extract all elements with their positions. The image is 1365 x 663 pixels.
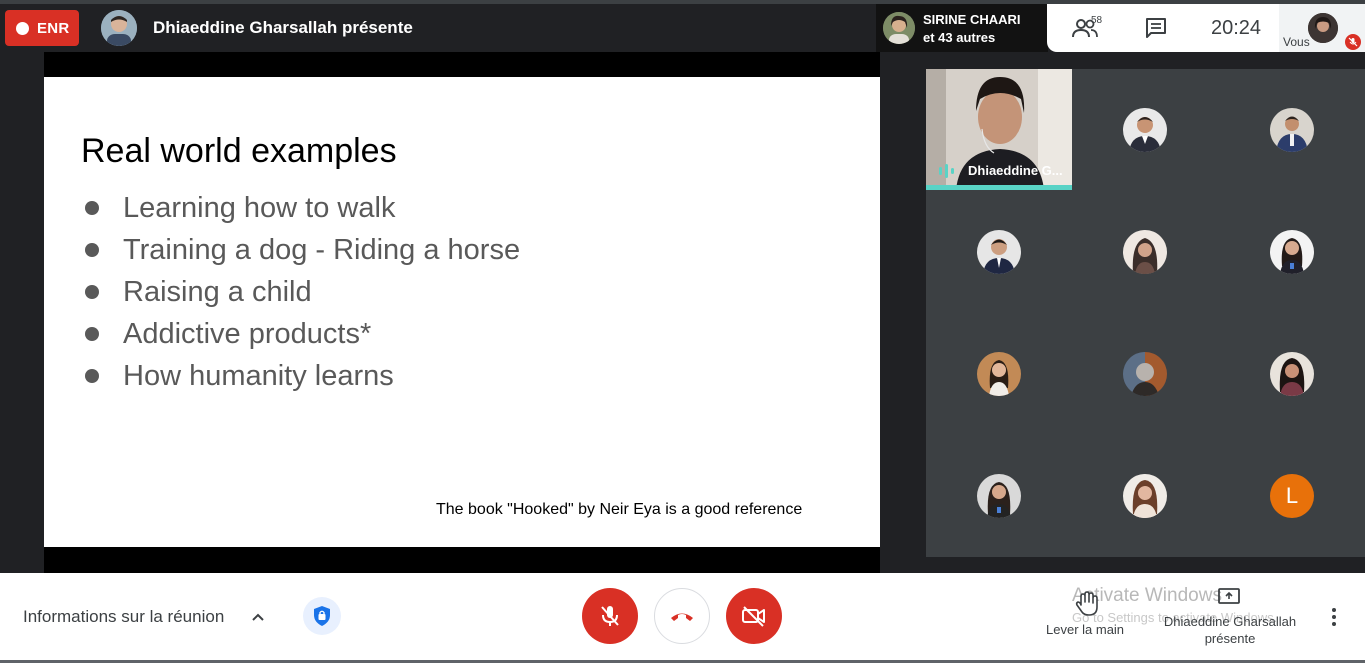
slide-footnote: The book "Hooked" by Neir Eya is a good … bbox=[436, 501, 803, 518]
speaking-bar bbox=[926, 185, 1072, 190]
mic-off-icon bbox=[1345, 34, 1361, 50]
active-speaker-avatar bbox=[883, 12, 915, 44]
participant-avatar[interactable] bbox=[1123, 474, 1167, 518]
security-button[interactable] bbox=[303, 597, 341, 635]
raise-hand-label[interactable]: Lever la main bbox=[1046, 622, 1124, 637]
list-item: Training a dog - Riding a horse bbox=[84, 229, 520, 271]
top-bar: ENR Dhiaeddine Gharsallah présente SIRIN… bbox=[0, 0, 1365, 52]
list-item: Raising a child bbox=[84, 271, 520, 313]
presenting-title: Dhiaeddine Gharsallah présente bbox=[153, 18, 413, 37]
active-speaker-chip[interactable]: SIRINE CHAARI et 43 autres bbox=[876, 4, 1048, 52]
bullet-text: How humanity learns bbox=[123, 360, 394, 392]
active-speaker-name: SIRINE CHAARI bbox=[923, 12, 1021, 27]
participant-avatar[interactable] bbox=[977, 352, 1021, 396]
bullet-text: Addictive products* bbox=[123, 318, 372, 350]
meeting-info-button[interactable]: Informations sur la réunion bbox=[23, 607, 224, 627]
bullet-icon bbox=[85, 369, 99, 383]
self-view[interactable]: Vous bbox=[1279, 4, 1365, 52]
clock: 20:24 bbox=[1211, 17, 1262, 39]
camera-off-icon bbox=[742, 606, 765, 627]
mic-off-icon bbox=[601, 606, 619, 626]
top-controls: 58 20:24 Vous bbox=[1047, 4, 1365, 52]
list-item: Addictive products* bbox=[84, 313, 520, 355]
participant-letter-avatar[interactable]: L bbox=[1270, 474, 1314, 518]
participants-count: 58 bbox=[1091, 15, 1103, 26]
participant-avatar[interactable] bbox=[1123, 352, 1167, 396]
chevron-up-icon[interactable] bbox=[250, 609, 266, 625]
bullet-text: Training a dog - Riding a horse bbox=[123, 234, 521, 266]
slide-bullets: Learning how to walk Training a dog - Ri… bbox=[84, 187, 520, 397]
active-speaker-others: et 43 autres bbox=[923, 30, 996, 45]
bullet-text: Raising a child bbox=[123, 276, 312, 308]
presenting-label[interactable]: Dhiaeddine Gharsallah présente bbox=[1162, 613, 1298, 647]
shield-lock-icon bbox=[314, 606, 330, 626]
bullet-text: Learning how to walk bbox=[123, 192, 396, 224]
bottom-bar: Informations sur la réunion Activate Win… bbox=[0, 573, 1365, 663]
chat-icon[interactable] bbox=[1145, 17, 1167, 39]
bullet-icon bbox=[85, 327, 99, 341]
recording-badge[interactable]: ENR bbox=[5, 10, 79, 46]
speaking-indicator-icon bbox=[939, 164, 954, 178]
participant-avatar[interactable] bbox=[1270, 108, 1314, 152]
participant-avatar[interactable] bbox=[1270, 230, 1314, 274]
record-dot-icon bbox=[16, 21, 29, 35]
bullet-icon bbox=[85, 201, 99, 215]
presenter-avatar bbox=[101, 10, 137, 46]
raise-hand-icon[interactable] bbox=[1075, 591, 1099, 617]
participant-avatar[interactable] bbox=[977, 474, 1021, 518]
hang-up-icon bbox=[671, 613, 693, 621]
participant-avatar[interactable] bbox=[1123, 230, 1167, 274]
bullet-icon bbox=[85, 243, 99, 257]
participant-name: Dhiaeddine G... bbox=[968, 163, 1063, 178]
list-item: How humanity learns bbox=[84, 355, 520, 397]
present-screen-icon[interactable] bbox=[1218, 588, 1240, 606]
participant-avatar[interactable] bbox=[1270, 352, 1314, 396]
list-item: Learning how to walk bbox=[84, 187, 520, 229]
self-avatar bbox=[1308, 13, 1338, 43]
participant-video-tile[interactable]: Dhiaeddine G... bbox=[926, 69, 1072, 190]
slide: Real world examples Learning how to walk… bbox=[44, 77, 880, 547]
more-options-icon[interactable] bbox=[1328, 607, 1340, 627]
slide-title: Real world examples bbox=[81, 132, 397, 170]
participant-avatar[interactable] bbox=[977, 230, 1021, 274]
participant-avatar[interactable] bbox=[1123, 108, 1167, 152]
camera-toggle-button[interactable] bbox=[726, 588, 782, 644]
self-label: Vous bbox=[1283, 35, 1310, 49]
mic-toggle-button[interactable] bbox=[582, 588, 638, 644]
record-label: ENR bbox=[37, 19, 70, 37]
presentation-area: Real world examples Learning how to walk… bbox=[44, 52, 880, 573]
active-speaker-text: SIRINE CHAARI et 43 autres bbox=[923, 11, 1021, 47]
bullet-icon bbox=[85, 285, 99, 299]
leave-call-button[interactable] bbox=[654, 588, 710, 644]
